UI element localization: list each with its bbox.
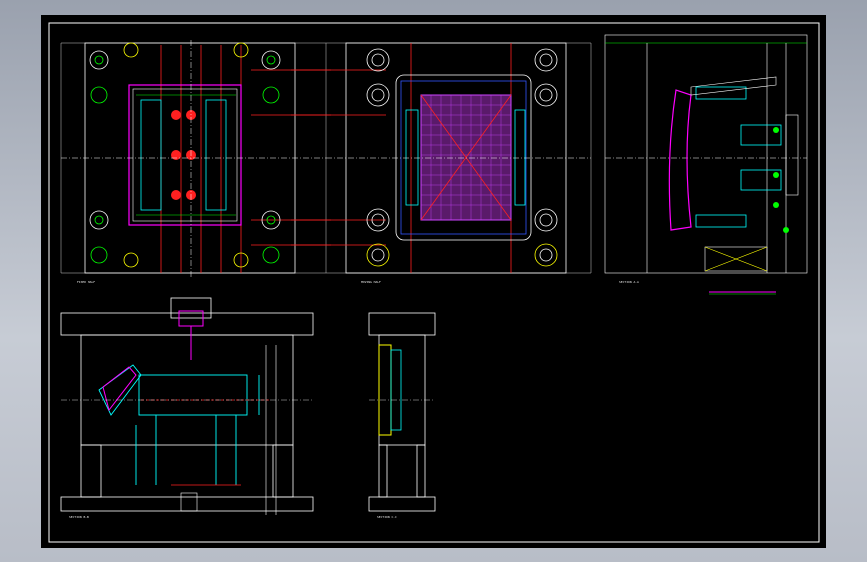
view-fixed-half[interactable]: FIXED HALF [60,40,331,284]
view-section-c[interactable]: SECTION C-C [368,312,436,519]
part-profile-section [668,89,692,231]
view-label-section-c: SECTION C-C [377,515,397,519]
cavity-insert-fixed [128,84,242,226]
cad-drawing[interactable]: FIXED HALF MOVING HALF SECTION A-A SECTI… [41,15,826,548]
view-moving-half[interactable]: MOVING HALF [291,42,592,284]
cooling-lines-fixed [160,45,331,273]
view-section-a[interactable]: SECTION A-A [604,34,808,295]
view-label-section-a: SECTION A-A [619,280,639,284]
view-label-fixed-half: FIXED HALF [77,280,95,284]
view-section-b[interactable]: SECTION B-B [60,297,314,519]
guide-pin-holes-fixed [89,42,281,268]
view-label-moving-half: MOVING HALF [361,280,381,284]
view-label-section-b: SECTION B-B [69,515,89,519]
drawing-sheet[interactable]: FIXED HALF MOVING HALF SECTION A-A SECTI… [41,15,826,548]
